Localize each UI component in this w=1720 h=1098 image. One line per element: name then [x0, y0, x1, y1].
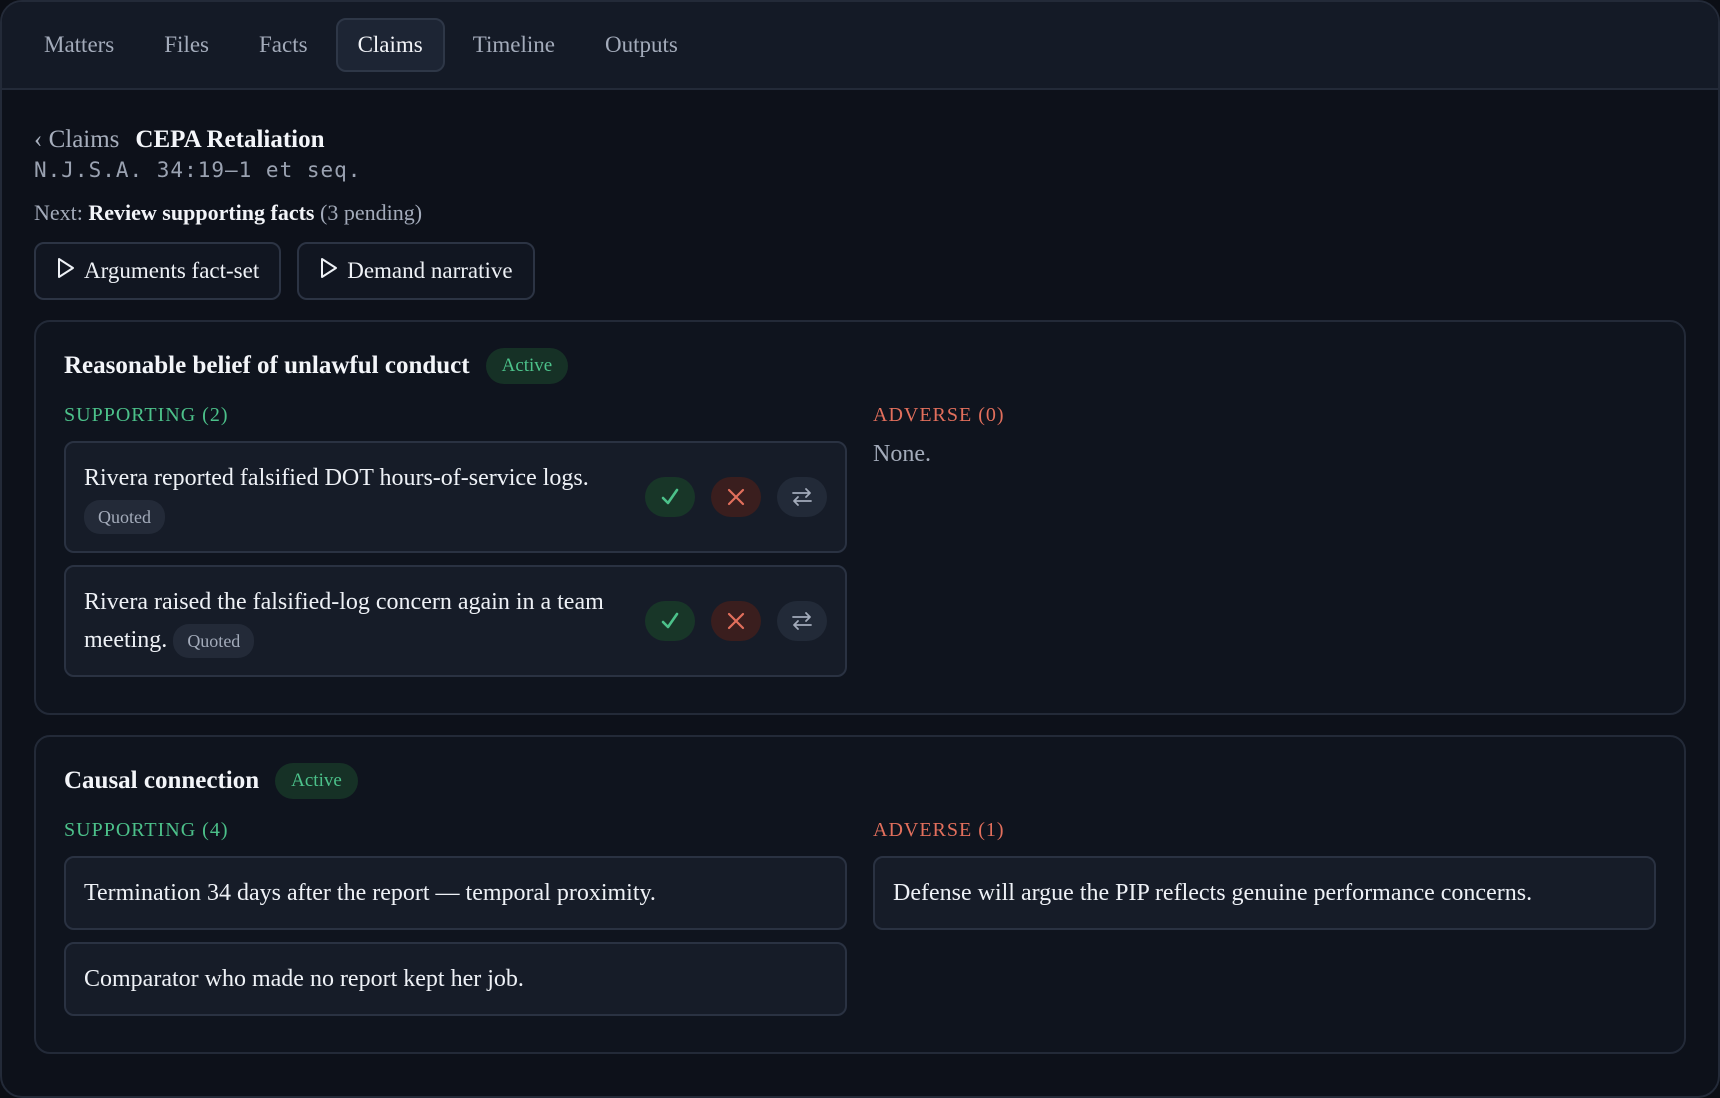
element-title: Reasonable belief of unlawful conduct — [64, 352, 470, 379]
swap-arrows-icon — [792, 612, 812, 630]
fact-actions — [645, 601, 827, 641]
fact-item[interactable]: Defense will argue the PIP reflects genu… — [873, 856, 1656, 930]
fact-text: Termination 34 days after the report — t… — [84, 880, 656, 906]
arguments-fact-set-label: Arguments fact-set — [84, 258, 260, 283]
main-content: ‹ Claims CEPA Retaliation N.J.S.A. 34:19… — [2, 90, 1718, 1054]
swap-arrows-icon — [792, 488, 812, 506]
supporting-heading: SUPPORTING (4) — [64, 819, 229, 841]
check-icon — [661, 612, 679, 629]
adverse-column: ADVERSE (0) None. — [873, 404, 1656, 689]
status-badge: Active — [485, 348, 569, 384]
quoted-tag: Quoted — [84, 500, 165, 535]
x-icon — [727, 612, 745, 630]
check-icon — [661, 488, 679, 505]
app-window: Matters Files Facts Claims Timeline Outp… — [0, 0, 1720, 1098]
fact-actions — [645, 477, 827, 517]
reject-button[interactable] — [711, 477, 761, 517]
adverse-heading: ADVERSE (0) — [873, 404, 1005, 426]
adverse-column: ADVERSE (1) Defense will argue the PIP r… — [873, 819, 1656, 1028]
move-to-adverse-button[interactable] — [777, 477, 827, 517]
fact-item[interactable]: Comparator who made no report kept her j… — [64, 942, 847, 1016]
accept-button[interactable] — [645, 601, 695, 641]
supporting-column: SUPPORTING (2) Rivera reported falsified… — [64, 404, 847, 689]
action-bar: Arguments fact-set Demand narrative — [34, 242, 1686, 300]
adverse-empty-text: None. — [873, 441, 931, 467]
quoted-tag: Quoted — [173, 624, 255, 659]
move-to-adverse-button[interactable] — [777, 601, 827, 641]
statute-citation: N.J.S.A. 34:19–1 et seq. — [34, 158, 362, 182]
next-step: Next: Review supporting facts (3 pending… — [34, 200, 1686, 226]
element-header: Causal connection Active — [64, 763, 1656, 799]
tab-facts[interactable]: Facts — [237, 18, 330, 72]
reject-button[interactable] — [711, 601, 761, 641]
breadcrumb: ‹ Claims CEPA Retaliation — [34, 126, 1686, 154]
adverse-heading: ADVERSE (1) — [873, 819, 1005, 841]
top-nav: Matters Files Facts Claims Timeline Outp… — [2, 2, 1718, 90]
fact-item[interactable]: Termination 34 days after the report — t… — [64, 856, 847, 930]
next-action: Review supporting facts — [88, 200, 315, 225]
element-header: Reasonable belief of unlawful conduct Ac… — [64, 348, 1656, 384]
accept-button[interactable] — [645, 477, 695, 517]
back-to-claims-link[interactable]: ‹ Claims — [34, 126, 119, 154]
fact-text: Comparator who made no report kept her j… — [84, 966, 524, 992]
demand-narrative-label: Demand narrative — [347, 258, 513, 283]
play-icon — [56, 257, 76, 285]
x-icon — [727, 488, 745, 506]
element-columns: SUPPORTING (4) Termination 34 days after… — [64, 819, 1656, 1028]
demand-narrative-button[interactable]: Demand narrative — [297, 242, 535, 300]
supporting-column: SUPPORTING (4) Termination 34 days after… — [64, 819, 847, 1028]
fact-item: Rivera raised the falsified-log concern … — [64, 565, 847, 677]
page-title: CEPA Retaliation — [135, 126, 325, 153]
fact-text-wrap: Rivera reported falsified DOT hours-of-s… — [84, 459, 625, 535]
tab-matters[interactable]: Matters — [22, 18, 136, 72]
fact-text-wrap: Rivera raised the falsified-log concern … — [84, 583, 625, 659]
element-title: Causal connection — [64, 767, 260, 794]
element-card: Causal connection Active SUPPORTING (4) … — [34, 735, 1686, 1054]
tab-timeline[interactable]: Timeline — [451, 18, 577, 72]
play-icon — [319, 257, 339, 285]
tab-outputs[interactable]: Outputs — [583, 18, 700, 72]
next-prefix: Next: — [34, 200, 83, 225]
status-badge: Active — [275, 763, 358, 799]
arguments-fact-set-button[interactable]: Arguments fact-set — [34, 242, 282, 300]
fact-text: Rivera raised the falsified-log concern … — [84, 589, 604, 653]
next-pending-count: (3 pending) — [320, 200, 423, 225]
element-card: Reasonable belief of unlawful conduct Ac… — [34, 320, 1686, 715]
fact-item: Rivera reported falsified DOT hours-of-s… — [64, 441, 847, 553]
tab-claims[interactable]: Claims — [335, 18, 445, 72]
fact-text: Defense will argue the PIP reflects genu… — [893, 880, 1533, 906]
supporting-heading: SUPPORTING (2) — [64, 404, 229, 426]
element-columns: SUPPORTING (2) Rivera reported falsified… — [64, 404, 1656, 689]
tab-files[interactable]: Files — [142, 18, 231, 72]
fact-text: Rivera reported falsified DOT hours-of-s… — [84, 465, 589, 491]
